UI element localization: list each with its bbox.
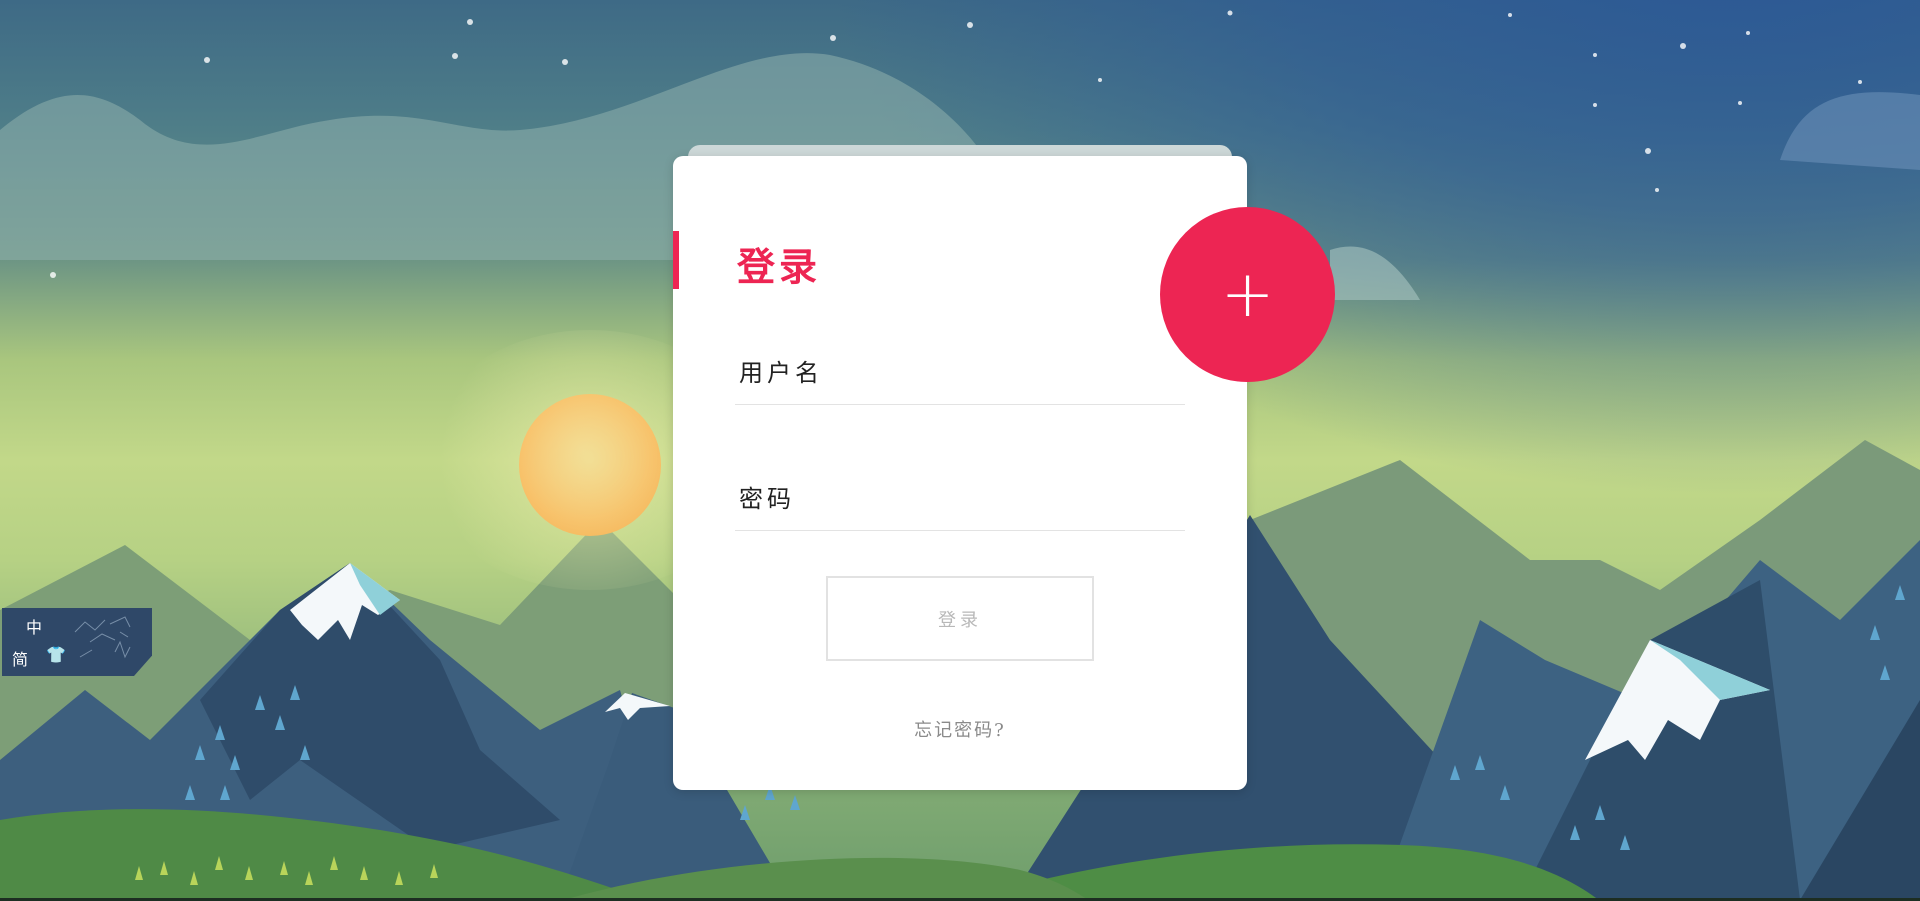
sun — [519, 394, 661, 536]
language-switch-widget[interactable]: 中 简 👕 — [2, 608, 152, 676]
login-card: 登录 登录 忘记密码? — [673, 156, 1247, 790]
plus-icon: + — [1220, 257, 1275, 332]
language-char-jian[interactable]: 简 — [12, 646, 28, 670]
shirt-icon[interactable]: 👕 — [46, 645, 66, 664]
password-field-container — [735, 468, 1185, 531]
username-field-container — [735, 342, 1185, 405]
page-title: 登录 — [737, 244, 822, 289]
register-fab-button[interactable]: + — [1160, 207, 1335, 382]
username-input[interactable] — [735, 342, 1185, 404]
forgot-password-link[interactable]: 忘记密码? — [673, 716, 1247, 742]
language-char-zhong[interactable]: 中 — [26, 614, 42, 638]
decorative-scribble — [74, 616, 131, 659]
login-button[interactable]: 登录 — [826, 576, 1094, 661]
title-accent-bar — [673, 231, 679, 289]
password-input[interactable] — [735, 468, 1185, 530]
